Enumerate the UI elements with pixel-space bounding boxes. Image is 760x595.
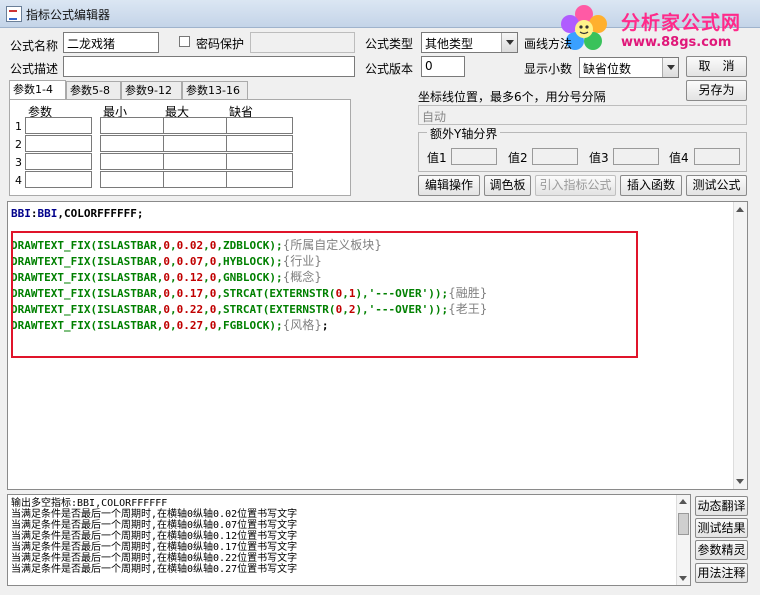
brand-logo: 分析家公式网 www.88gs.com bbox=[555, 0, 760, 56]
formula-name-label: 公式名称 bbox=[10, 39, 59, 53]
draw-method-label: 画线方法 bbox=[524, 37, 573, 51]
palette-button[interactable]: 调色板 bbox=[484, 175, 531, 196]
usage-notes-button[interactable]: 用法注释 bbox=[695, 563, 748, 583]
decimals-value: 缺省位数 bbox=[583, 62, 632, 76]
output-line: 当满足条件是否最后一个周期时,在横轴0纵轴0.07位置书写文字 bbox=[11, 520, 298, 531]
save-as-button[interactable]: 另存为 bbox=[686, 80, 747, 101]
app-icon bbox=[6, 6, 22, 22]
param-min-cell[interactable] bbox=[100, 135, 167, 152]
formula-type-value: 其他类型 bbox=[425, 37, 474, 51]
brand-name: 分析家公式网 bbox=[621, 12, 742, 34]
scroll-down-icon[interactable] bbox=[679, 576, 687, 581]
cancel-button[interactable]: 取 消 bbox=[686, 56, 747, 77]
password-label: 密码保护 bbox=[196, 37, 245, 51]
row-number: 1 bbox=[15, 120, 22, 133]
password-checkbox[interactable] bbox=[179, 36, 190, 47]
param-default-cell[interactable] bbox=[226, 117, 293, 134]
extra-y-axis-group: 额外Y轴分界 值1 值2 值3 值4 bbox=[418, 125, 747, 172]
param-name-cell[interactable] bbox=[25, 117, 92, 134]
chevron-down-icon bbox=[501, 33, 517, 52]
param-name-cell[interactable] bbox=[25, 153, 92, 170]
row-number: 4 bbox=[15, 174, 22, 187]
output-line: 当满足条件是否最后一个周期时,在横轴0纵轴0.17位置书写文字 bbox=[11, 542, 298, 553]
value3-input[interactable] bbox=[613, 148, 659, 165]
row-number: 2 bbox=[15, 138, 22, 151]
param-wizard-button[interactable]: 参数精灵 bbox=[695, 540, 748, 560]
edit-ops-button[interactable]: 编辑操作 bbox=[418, 175, 480, 196]
param-max-cell[interactable] bbox=[163, 135, 230, 152]
param-max-cell[interactable] bbox=[163, 171, 230, 188]
param-min-cell[interactable] bbox=[100, 117, 167, 134]
brand-url: www.88gs.com bbox=[621, 35, 732, 50]
param-min-cell[interactable] bbox=[100, 171, 167, 188]
axis-position-label: 坐标线位置，最多6个，用分号分隔 bbox=[418, 90, 606, 104]
axis-position-input[interactable]: 自动 bbox=[418, 105, 747, 125]
scroll-thumb[interactable] bbox=[678, 513, 689, 535]
param-default-cell[interactable] bbox=[226, 153, 293, 170]
param-default-cell[interactable] bbox=[226, 171, 293, 188]
scroll-up-icon[interactable] bbox=[736, 207, 744, 212]
editor-scrollbar[interactable] bbox=[733, 202, 747, 489]
param-name-cell[interactable] bbox=[25, 135, 92, 152]
value4-label: 值4 bbox=[669, 151, 689, 165]
tab-param-13-16[interactable]: 参数13-16 bbox=[182, 81, 248, 100]
value4-input[interactable] bbox=[694, 148, 740, 165]
window-title: 指标公式编辑器 bbox=[26, 8, 111, 22]
highlight-annotation-box bbox=[11, 231, 638, 358]
output-line: 当满足条件是否最后一个周期时,在横轴0纵轴0.02位置书写文字 bbox=[11, 509, 298, 520]
formula-version-input[interactable]: 0 bbox=[421, 56, 465, 77]
tab-param-9-12[interactable]: 参数9-12 bbox=[121, 81, 182, 100]
value1-label: 值1 bbox=[427, 151, 447, 165]
output-line: 当满足条件是否最后一个周期时,在横轴0纵轴0.27位置书写文字 bbox=[11, 564, 298, 575]
test-result-button[interactable]: 测试结果 bbox=[695, 518, 748, 538]
decimals-label: 显示小数 bbox=[524, 62, 573, 76]
formula-name-input[interactable]: 二龙戏猪 bbox=[63, 32, 159, 53]
formula-type-label: 公式类型 bbox=[365, 37, 414, 51]
output-line: 当满足条件是否最后一个周期时,在横轴0纵轴0.22位置书写文字 bbox=[11, 553, 298, 564]
formula-desc-label: 公式描述 bbox=[10, 62, 59, 76]
param-min-cell[interactable] bbox=[100, 153, 167, 170]
test-formula-button[interactable]: 测试公式 bbox=[686, 175, 747, 196]
formula-desc-input[interactable] bbox=[63, 56, 355, 77]
output-panel: 输出多空指标:BBI,COLORFFFFFF 当满足条件是否最后一个周期时,在横… bbox=[7, 494, 691, 586]
output-line: 当满足条件是否最后一个周期时,在横轴0纵轴0.12位置书写文字 bbox=[11, 531, 298, 542]
param-table: 参数 最小 最大 缺省 1 2 3 4 bbox=[9, 99, 351, 196]
row-number: 3 bbox=[15, 156, 22, 169]
tab-param-5-8[interactable]: 参数5-8 bbox=[66, 81, 121, 100]
value2-input[interactable] bbox=[532, 148, 578, 165]
scroll-up-icon[interactable] bbox=[679, 499, 687, 504]
formula-type-select[interactable]: 其他类型 bbox=[421, 32, 518, 53]
formula-version-label: 公式版本 bbox=[365, 62, 414, 76]
output-scrollbar[interactable] bbox=[676, 495, 690, 585]
dynamic-translate-button[interactable]: 动态翻译 bbox=[695, 496, 748, 516]
insert-function-button[interactable]: 插入函数 bbox=[620, 175, 682, 196]
param-name-cell[interactable] bbox=[25, 171, 92, 188]
tab-param-1-4[interactable]: 参数1-4 bbox=[9, 80, 66, 101]
decimals-select[interactable]: 缺省位数 bbox=[579, 57, 679, 78]
scroll-down-icon[interactable] bbox=[736, 479, 744, 484]
password-input bbox=[250, 32, 355, 53]
code-line: BBI:BBI,COLORFFFFFF; bbox=[11, 207, 144, 220]
value3-label: 值3 bbox=[589, 151, 609, 165]
param-default-cell[interactable] bbox=[226, 135, 293, 152]
param-max-cell[interactable] bbox=[163, 117, 230, 134]
import-indicator-button[interactable]: 引入指标公式 bbox=[535, 175, 616, 196]
param-max-cell[interactable] bbox=[163, 153, 230, 170]
output-line: 输出多空指标:BBI,COLORFFFFFF bbox=[11, 498, 168, 509]
chevron-down-icon bbox=[662, 58, 678, 77]
extra-y-axis-title: 额外Y轴分界 bbox=[427, 125, 501, 142]
value2-label: 值2 bbox=[508, 151, 528, 165]
code-editor[interactable]: BBI:BBI,COLORFFFFFF; DRAWTEXT_FIX(ISLAST… bbox=[7, 201, 748, 490]
value1-input[interactable] bbox=[451, 148, 497, 165]
